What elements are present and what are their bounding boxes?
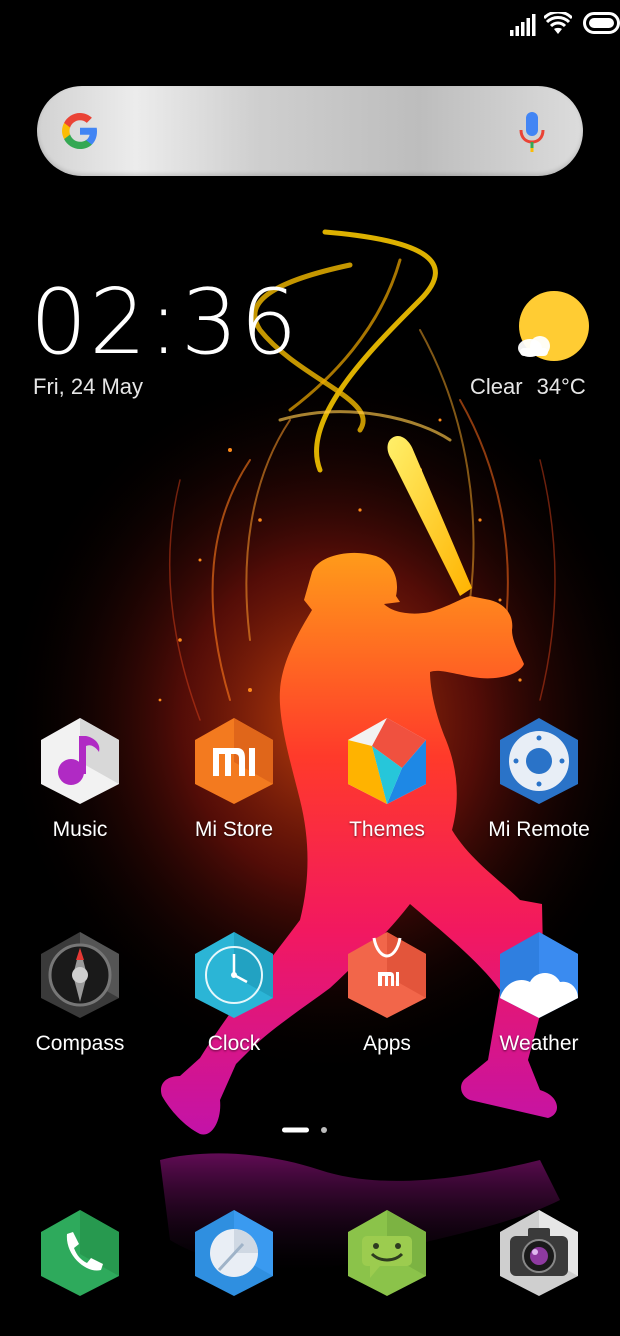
app-mi-store[interactable]: Mi Store [172,716,296,842]
app-label: Themes [349,818,425,841]
clock-date[interactable]: Fri, 24 May [33,374,143,400]
mi-remote-icon [500,718,578,804]
apps-store-icon [348,932,426,1018]
themes-icon [348,718,426,804]
weather-temperature: 34°C [536,374,586,399]
sun-cloud-icon[interactable] [510,290,594,366]
weather-condition: Clear [470,374,523,399]
weather-icon [500,932,578,1018]
app-label: Clock [207,1032,261,1055]
phone-icon [41,1210,119,1296]
app-label: Music [52,818,108,841]
microphone-icon[interactable] [517,110,547,154]
page-dot-active[interactable] [282,1127,309,1133]
app-compass[interactable]: Compass [18,930,142,1056]
browser-icon [195,1210,273,1296]
clock-time[interactable]: 02:36 [30,278,299,368]
google-g-icon [62,113,97,149]
app-mi-remote[interactable]: Mi Remote [477,716,601,842]
music-icon [41,718,119,804]
compass-icon [41,932,119,1018]
app-music[interactable]: Music [18,716,142,842]
google-search-bar[interactable] [37,86,583,176]
app-label: Weather [499,1032,579,1055]
page-dot[interactable] [321,1127,327,1133]
app-clock[interactable]: Clock [172,930,296,1056]
signal-bars-icon [510,14,536,36]
dock-camera[interactable] [477,1208,601,1298]
app-label: Mi Store [194,818,274,841]
clock-icon [195,932,273,1018]
app-label: Apps [363,1032,411,1055]
app-weather[interactable]: Weather [477,930,601,1056]
dock-messaging[interactable] [325,1208,449,1298]
app-label: Mi Remote [488,818,590,841]
messaging-icon [348,1210,426,1296]
app-themes[interactable]: Themes [325,716,449,842]
dock-browser[interactable] [172,1208,296,1298]
page-indicator[interactable] [282,1126,332,1134]
status-bar [0,10,620,40]
home-screen: 02:36 Fri, 24 May Clear 34°C Music Mi Sto… [0,0,620,1336]
dock-phone[interactable] [18,1208,142,1298]
mi-store-icon [195,718,273,804]
app-apps[interactable]: Apps [325,930,449,1056]
app-label: Compass [35,1032,125,1055]
weather-summary[interactable]: Clear 34°C [470,374,600,400]
battery-icon [583,12,620,34]
wifi-icon [544,12,572,34]
wallpaper-cricket-batsman [0,229,620,1271]
camera-icon [500,1210,578,1296]
